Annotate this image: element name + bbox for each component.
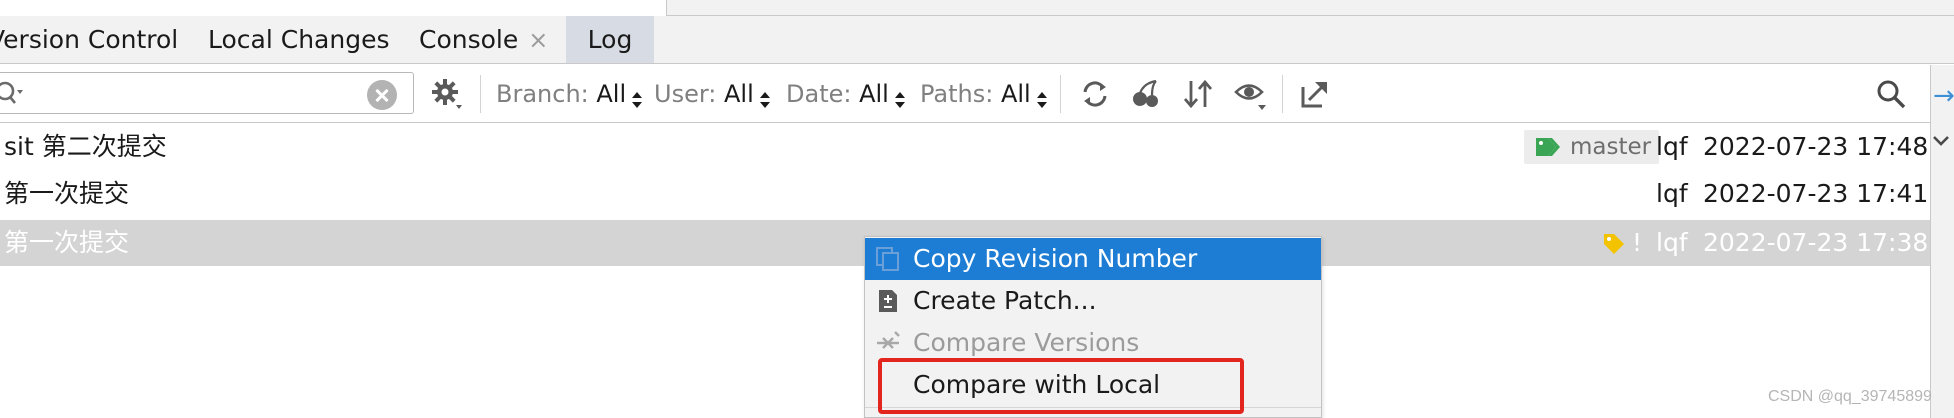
commit-message: 第一次提交 — [4, 179, 130, 208]
menu-item-create-patch[interactable]: Create Patch... — [865, 280, 1321, 322]
tabbar-filler — [654, 16, 1954, 63]
arrow-right-icon[interactable]: → — [1933, 81, 1954, 111]
watermark: CSDN @qq_39745899 — [1768, 388, 1932, 405]
tag-marker-text: ! — [1632, 228, 1643, 257]
commit-author: lqf — [1656, 228, 1688, 257]
branch-filter[interactable]: Branch: All — [496, 65, 643, 123]
paths-filter-value: All — [1000, 80, 1031, 108]
eye-icon[interactable] — [1234, 77, 1268, 111]
menu-item-copy-revision-number[interactable]: Copy Revision Number — [865, 238, 1321, 280]
menu-item-label: Copy Revision Number — [913, 244, 1198, 273]
version-control-title: Version Control: — [0, 16, 180, 63]
top-strip — [0, 0, 1954, 16]
refresh-icon[interactable] — [1078, 77, 1112, 111]
cherry-pick-icon[interactable] — [1130, 77, 1164, 111]
date-filter-label: Date: — [786, 80, 852, 108]
commit-date: 2022-07-23 17:48 — [1703, 132, 1929, 161]
branch-filter-value: All — [596, 80, 627, 108]
search-icon[interactable] — [0, 79, 25, 107]
date-filter-value: All — [859, 80, 889, 108]
clear-search-icon[interactable] — [367, 80, 397, 110]
branch-tag-icon — [1536, 138, 1560, 156]
vcs-log-window: Version Control: Local Changes Console × … — [0, 0, 1954, 418]
tab-bar: Version Control: Local Changes Console × … — [0, 16, 1954, 64]
right-side-panel: → — [1930, 65, 1954, 418]
chevron-down-icon[interactable] — [1931, 131, 1951, 151]
tag-marker: ! — [1604, 220, 1642, 266]
commit-row[interactable]: 第一次提交 lqf 2022-07-23 17:41 — [0, 171, 1930, 217]
toolbar-separator — [1282, 75, 1283, 113]
tab-log-label: Log — [587, 25, 633, 54]
patch-icon — [879, 290, 897, 312]
close-icon[interactable]: × — [528, 17, 548, 64]
tab-log[interactable]: Log — [566, 16, 654, 63]
paths-filter-label: Paths: — [920, 80, 994, 108]
search-input[interactable] — [0, 72, 414, 114]
version-control-title-text: Version Control: — [0, 25, 180, 54]
highlight-box — [878, 358, 1244, 414]
date-filter[interactable]: Date: All — [786, 65, 905, 123]
menu-item-label: Create Patch... — [913, 286, 1097, 315]
commit-author: lqf — [1656, 179, 1688, 208]
export-icon[interactable] — [1298, 77, 1332, 111]
commit-message: 第一次提交 — [4, 228, 130, 257]
copy-icon — [876, 247, 899, 271]
tab-local-changes-label: Local Changes — [208, 25, 390, 54]
sort-icon[interactable] — [1181, 77, 1215, 111]
user-filter[interactable]: User: All — [654, 65, 770, 123]
branch-name: master — [1570, 134, 1652, 160]
user-filter-value: All — [724, 80, 754, 108]
tag-icon — [1604, 234, 1624, 254]
tab-console-label: Console — [419, 25, 519, 54]
settings-icon[interactable] — [430, 77, 464, 111]
branch-filter-label: Branch: — [496, 80, 589, 108]
commit-date: 2022-07-23 17:38 — [1703, 228, 1929, 257]
commit-date: 2022-07-23 17:41 — [1703, 179, 1929, 208]
toolbar-separator — [480, 75, 481, 113]
compare-icon — [877, 331, 900, 349]
commit-row[interactable]: sit 第二次提交 master lqf 2022-07-23 17:48 — [0, 124, 1930, 170]
log-toolbar: Branch: All User: All Date: All Paths: A… — [0, 65, 1954, 123]
toolbar-separator — [1060, 75, 1061, 113]
paths-filter[interactable]: Paths: All — [920, 65, 1047, 123]
right-panel-top — [666, 0, 1954, 16]
user-filter-label: User: — [654, 80, 717, 108]
tab-local-changes[interactable]: Local Changes — [200, 16, 390, 63]
commit-message: sit 第二次提交 — [4, 132, 167, 161]
tab-console[interactable]: Console × — [405, 16, 565, 63]
search-icon[interactable] — [1874, 77, 1908, 111]
branch-label-master: master — [1524, 130, 1660, 164]
commit-author: lqf — [1656, 132, 1688, 161]
